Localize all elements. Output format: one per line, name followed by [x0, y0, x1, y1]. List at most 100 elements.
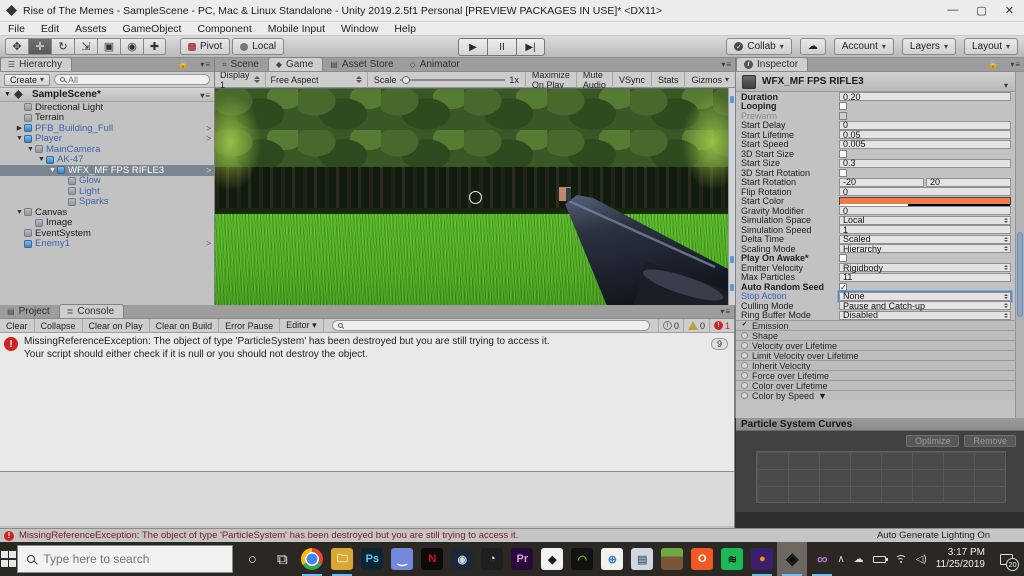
taskbar-icon-firefox[interactable]: ● [747, 542, 777, 576]
console-error-entry[interactable]: ! MissingReferenceException: The object … [0, 333, 734, 364]
gizmos-button[interactable]: Gizmos▾ [684, 72, 735, 88]
module-checkbox[interactable] [741, 342, 748, 349]
taskbar-icon-spotify[interactable]: ≋ [717, 542, 747, 576]
module-checkbox[interactable] [741, 382, 748, 389]
scale-knob[interactable] [402, 76, 410, 84]
lock-icon[interactable]: 🔒 [988, 60, 998, 69]
start-button[interactable] [0, 542, 17, 576]
value-field[interactable]: 0 [839, 121, 1011, 130]
panel-menu-icon[interactable]: ▾≡ [1010, 60, 1021, 69]
volume-icon[interactable]: ◁) [916, 554, 927, 565]
property-3d-start-rotation[interactable]: 3D Start Rotation [736, 168, 1024, 178]
checkbox[interactable] [839, 169, 847, 177]
hierarchy-item-pfb-building-full[interactable]: ▶PFB_Building_Full> [0, 123, 214, 134]
property-start-speed[interactable]: Start Speed0.005▾ [736, 140, 1024, 150]
value-field[interactable]: 0 [839, 206, 1011, 215]
onedrive-icon[interactable]: ☁ [854, 554, 864, 565]
expander-icon[interactable]: ▶ [15, 124, 24, 132]
module-shape[interactable]: Shape [736, 330, 1024, 340]
hierarchy-item-ak-47[interactable]: ▼AK-47 [0, 155, 214, 166]
hidden-icons-chevron[interactable]: ∧ [837, 554, 844, 565]
hierarchy-item-sparks[interactable]: Sparks [0, 197, 214, 208]
clear-button[interactable]: Clear [0, 319, 35, 333]
module-checkbox[interactable] [741, 332, 748, 339]
value-field[interactable]: 1 [839, 225, 1011, 234]
panel-menu-icon[interactable]: ▾≡ [721, 60, 732, 69]
panel-menu-icon[interactable]: ▾≡ [720, 307, 731, 316]
step-button[interactable]: ▶| [516, 38, 545, 56]
prefab-chevron-icon[interactable]: > [206, 124, 211, 133]
module-checkbox[interactable] [741, 372, 748, 379]
value-field[interactable]: 0.20 [839, 92, 1011, 101]
menu-mobile-input[interactable]: Mobile Input [268, 23, 325, 35]
module-checkbox[interactable] [741, 352, 748, 359]
taskbar-icon-geforce[interactable]: ◠ [567, 542, 597, 576]
enum-field[interactable]: Pause and Catch-up [839, 301, 1011, 310]
tab-console[interactable]: ≣Console [59, 304, 124, 318]
property-emitter-velocity[interactable]: Emitter VelocityRigidbody [736, 263, 1024, 273]
tab-inspector[interactable]: iInspector [736, 57, 808, 71]
collab-button[interactable]: ✓Collab▾ [726, 38, 791, 55]
taskbar-icon-cortana[interactable]: ○ [237, 542, 267, 576]
check-icon[interactable]: ✓ [741, 322, 748, 329]
property-ring-buffer-mode[interactable]: Ring Buffer ModeDisabled [736, 311, 1024, 321]
taskbar-icon-photoshop[interactable]: Ps [357, 542, 387, 576]
checkbox[interactable] [839, 254, 847, 262]
module-limit-velocity-over-lifetime[interactable]: Limit Velocity over Lifetime [736, 350, 1024, 360]
collapse-button[interactable]: Collapse [35, 319, 83, 333]
property-flip-rotation[interactable]: Flip Rotation0 [736, 187, 1024, 197]
taskbar-icon-obs[interactable]: ◔ [477, 542, 507, 576]
rect-tool[interactable]: ▣ [97, 38, 120, 55]
expander-icon[interactable]: ▼ [15, 209, 24, 216]
property-start-rotation[interactable]: Start Rotation-2020▾ [736, 178, 1024, 188]
taskbar-icon-visual-studio[interactable]: ∞ [807, 542, 837, 576]
inspector-scrollbar[interactable] [1015, 72, 1024, 418]
module-color-by-speed[interactable]: Color by Speed▼ [736, 390, 1024, 400]
taskbar-icon-steam[interactable]: ◉ [447, 542, 477, 576]
expand-icon[interactable]: ▾ [1004, 81, 1008, 90]
property-start-size[interactable]: Start Size0.3▾ [736, 159, 1024, 169]
taskbar-icon-file-explorer[interactable]: 🗀 [327, 542, 357, 576]
value-field[interactable]: 0.3 [839, 159, 1011, 168]
scrollbar-thumb[interactable] [1017, 232, 1023, 317]
module-inherit-velocity[interactable]: Inherit Velocity [736, 360, 1024, 370]
console-search-input[interactable] [332, 320, 650, 331]
menu-window[interactable]: Window [341, 23, 378, 35]
module-emission[interactable]: ✓Emission [736, 320, 1024, 330]
create-dropdown[interactable]: Create▾ [4, 74, 50, 86]
expander-icon[interactable]: ▼ [37, 156, 46, 163]
layout-dropdown[interactable]: Layout▾ [964, 38, 1018, 55]
prefab-chevron-icon[interactable]: > [206, 166, 211, 175]
maximize-on-play-button[interactable]: Maximize On Play [525, 72, 576, 88]
editor-button[interactable]: Editor ▾ [280, 319, 324, 333]
panel-menu-icon[interactable]: ▾≡ [200, 60, 211, 69]
taskbar-icon-premiere[interactable]: Pr [507, 542, 537, 576]
rotate-tool[interactable]: ↻ [51, 38, 74, 55]
property-3d-start-size[interactable]: 3D Start Size [736, 149, 1024, 159]
menu-file[interactable]: File [8, 23, 25, 35]
transform-tool[interactable]: ◉ [120, 38, 143, 55]
hierarchy-item-wfx-mf-fps-rifle3[interactable]: ▼WFX_MF FPS RIFLE3> [0, 165, 214, 176]
property-duration[interactable]: Duration0.20 [736, 92, 1024, 102]
property-auto-random-seed[interactable]: Auto Random Seed✓ [736, 282, 1024, 292]
hierarchy-item-directional-light[interactable]: Directional Light [0, 102, 214, 113]
pause-button[interactable]: II [487, 38, 516, 56]
tab-project[interactable]: ▤Project [0, 305, 59, 318]
enum-field[interactable]: Local [839, 216, 1011, 225]
move-tool[interactable]: ✛ [28, 38, 51, 55]
display-dropdown[interactable]: Display 1 [215, 72, 266, 88]
property-scaling-mode[interactable]: Scaling ModeHierarchy [736, 244, 1024, 254]
local-button[interactable]: Local [232, 38, 284, 55]
layers-dropdown[interactable]: Layers▾ [902, 38, 956, 55]
optimize-button[interactable]: Optimize [906, 435, 960, 447]
action-center-button[interactable]: 20 [994, 547, 1018, 571]
property-looping[interactable]: Looping [736, 102, 1024, 112]
taskbar-icon-minecraft[interactable] [657, 542, 687, 576]
info-count[interactable]: i0 [658, 319, 683, 333]
taskbar-icon-discord[interactable]: ‿ [387, 542, 417, 576]
taskbar-icon-app-window[interactable]: ▤ [627, 542, 657, 576]
maximize-button[interactable]: ▢ [976, 4, 986, 17]
property-gravity-modifier[interactable]: Gravity Modifier0▾ [736, 206, 1024, 216]
menu-edit[interactable]: Edit [41, 23, 59, 35]
property-start-delay[interactable]: Start Delay0▾ [736, 121, 1024, 131]
